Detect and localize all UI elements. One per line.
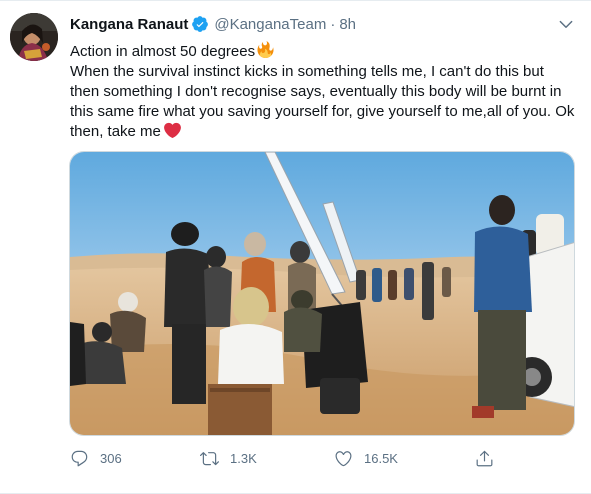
tweet-actions: 306 1.3K 16.5K	[70, 449, 510, 469]
author-name[interactable]: Kangana Ranaut	[70, 16, 188, 33]
retweet-icon	[200, 452, 219, 466]
red-heart-emoji-icon	[163, 122, 181, 139]
like-button[interactable]: 16.5K	[334, 449, 398, 468]
retweet-button[interactable]: 1.3K	[200, 449, 257, 468]
fire-emoji-icon	[257, 41, 274, 58]
avatar[interactable]	[10, 13, 58, 61]
text-segment: then, take me	[70, 123, 161, 140]
tweet-text-line: Action in almost 50 degrees	[70, 41, 580, 62]
tweet-text-line: then something I don't recognise says, e…	[70, 83, 562, 100]
reply-button[interactable]: 306	[70, 449, 122, 468]
reply-icon	[71, 450, 88, 467]
tweet-text-line: this same fire what you saving yourself …	[70, 103, 575, 120]
heart-icon	[335, 451, 352, 467]
reply-count: 306	[100, 451, 122, 466]
tweet-photo[interactable]	[69, 151, 575, 436]
verified-badge-icon	[191, 15, 209, 33]
author-handle[interactable]: @KanganaTeam	[214, 16, 326, 33]
tweet-text-line: then, take me	[70, 122, 580, 142]
tweet-card[interactable]: Kangana Ranaut @KanganaTeam · 8h Action …	[0, 0, 591, 494]
retweet-count: 1.3K	[230, 451, 257, 466]
text-segment: Action in almost 50 degrees	[70, 43, 256, 60]
tweet-text-line: When the survival instinct kicks in some…	[70, 63, 544, 80]
separator-dot: ·	[330, 15, 336, 33]
tweet-header: Kangana Ranaut @KanganaTeam · 8h	[70, 14, 356, 34]
tweet-text: Action in almost 50 degrees When the sur…	[70, 41, 580, 142]
timestamp[interactable]: 8h	[339, 16, 356, 33]
share-icon	[476, 450, 493, 467]
chevron-down-icon[interactable]	[557, 15, 575, 33]
share-button[interactable]	[475, 449, 505, 468]
like-count: 16.5K	[364, 451, 398, 466]
